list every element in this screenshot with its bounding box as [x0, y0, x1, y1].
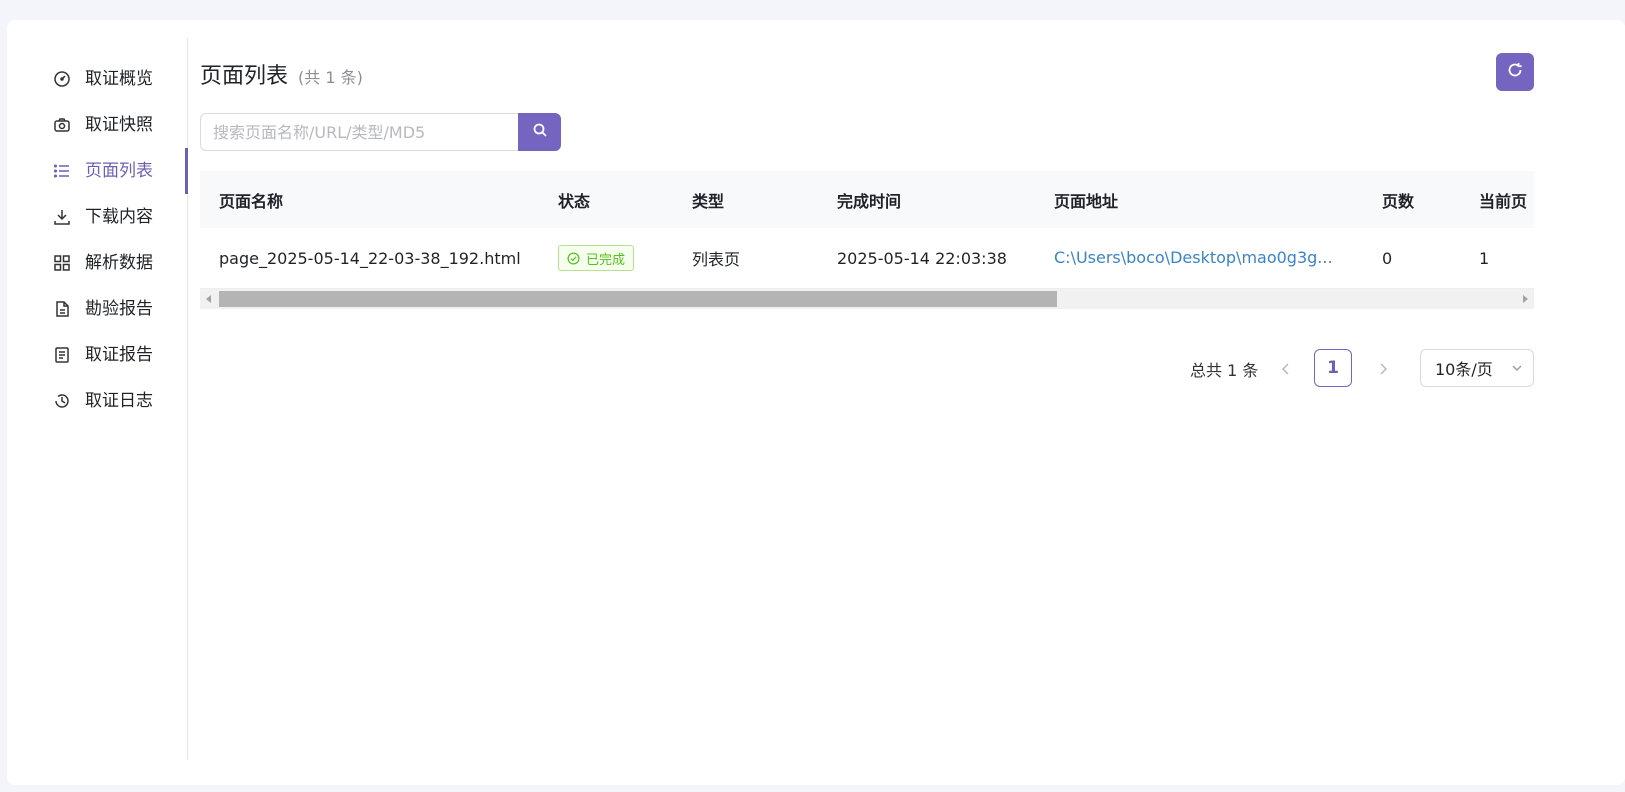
next-page-button[interactable] — [1373, 359, 1393, 379]
page-number-button[interactable]: 1 — [1314, 349, 1352, 387]
list-icon — [53, 162, 71, 180]
history-icon — [53, 392, 71, 410]
pagination: 总共 1 条 1 10条/页 — [200, 349, 1534, 389]
sidebar-item-label: 取证报告 — [85, 345, 153, 365]
scrollbar-thumb[interactable] — [219, 291, 1057, 307]
horizontal-scrollbar[interactable] — [200, 289, 1534, 309]
page-address-link[interactable]: C:\Users\boco\Desktop\mao0g3g... — [1054, 228, 1333, 288]
sidebar-item-downloads[interactable]: 下载内容 — [7, 194, 187, 240]
title-row: 页面列表 (共 1 条) — [200, 58, 363, 90]
check-circle-icon — [567, 252, 580, 264]
sidebar-item-page-list[interactable]: 页面列表 — [7, 148, 188, 194]
document-icon — [53, 300, 71, 318]
status-badge-label: 已完成 — [586, 252, 626, 268]
chevron-left-icon — [1281, 363, 1289, 375]
page-count: (共 1 条) — [298, 68, 363, 87]
page-table: 页面名称 状态 类型 完成时间 页面地址 页数 当前页 page_2025-05… — [200, 171, 1534, 309]
column-header-current-page[interactable]: 当前页 — [1479, 171, 1527, 228]
sidebar-item-label: 取证概览 — [85, 69, 153, 89]
page-size-value: 10条/页 — [1435, 360, 1493, 379]
column-header-finish-time[interactable]: 完成时间 — [837, 171, 901, 228]
cell-status: 已完成 — [558, 228, 635, 288]
download-icon — [53, 208, 71, 226]
page-size-select[interactable]: 10条/页 — [1420, 349, 1534, 387]
sidebar-item-snapshot[interactable]: 取证快照 — [7, 102, 187, 148]
cell-pages: 0 — [1382, 248, 1393, 268]
column-header-name[interactable]: 页面名称 — [219, 171, 283, 228]
scroll-right-icon[interactable] — [1523, 295, 1528, 303]
column-header-status[interactable]: 状态 — [558, 171, 590, 228]
dashboard-icon — [53, 70, 71, 88]
sidebar-item-label: 勘验报告 — [85, 299, 153, 319]
scroll-left-icon[interactable] — [206, 295, 211, 303]
sidebar-item-label: 页面列表 — [85, 161, 153, 181]
sidebar-item-evidence-report[interactable]: 取证报告 — [7, 332, 187, 378]
camera-icon — [53, 116, 71, 134]
main-content: 页面列表 (共 1 条) 页面名称 状态 类型 完成时间 页面地址 — [200, 20, 1540, 760]
search-input[interactable] — [200, 113, 518, 151]
search-bar — [200, 113, 561, 151]
sidebar-item-overview[interactable]: 取证概览 — [7, 56, 187, 102]
refresh-button[interactable] — [1496, 53, 1534, 91]
column-header-address[interactable]: 页面地址 — [1054, 171, 1118, 228]
search-icon — [532, 122, 548, 142]
refresh-icon — [1506, 61, 1524, 83]
sidebar-item-label: 下载内容 — [85, 207, 153, 227]
prev-page-button[interactable] — [1276, 359, 1296, 379]
sidebar-item-inspection-report[interactable]: 勘验报告 — [7, 286, 187, 332]
sidebar-item-label: 取证日志 — [85, 391, 153, 411]
sidebar-item-parsed-data[interactable]: 解析数据 — [7, 240, 187, 286]
cell-current-page: 1 — [1479, 248, 1490, 268]
table-row[interactable]: page_2025-05-14_22-03-38_192.html 已完成 列表… — [200, 228, 1534, 289]
cell-page-name: page_2025-05-14_22-03-38_192.html — [219, 248, 521, 268]
cell-address: C:\Users\boco\Desktop\mao0g3g... — [1054, 228, 1333, 288]
table-header: 页面名称 状态 类型 完成时间 页面地址 页数 当前页 — [200, 171, 1534, 228]
sidebar-item-label: 取证快照 — [85, 115, 153, 135]
sidebar-nav: 取证概览 取证快照 页面列表 下载内容 解析数据 勘验报告 取证报告 取证日志 — [7, 38, 188, 760]
page-title: 页面列表 — [200, 64, 289, 89]
pagination-total: 总共 1 条 — [1190, 361, 1259, 380]
cell-finish-time: 2025-05-14 22:03:38 — [837, 248, 1007, 268]
sidebar-item-label: 解析数据 — [85, 253, 153, 273]
content-card: 取证概览 取证快照 页面列表 下载内容 解析数据 勘验报告 取证报告 取证日志 … — [7, 20, 1625, 785]
sidebar-item-evidence-log[interactable]: 取证日志 — [7, 378, 187, 424]
status-badge: 已完成 — [558, 245, 635, 271]
column-header-pages[interactable]: 页数 — [1382, 171, 1414, 228]
chevron-right-icon — [1380, 363, 1388, 375]
search-button[interactable] — [518, 113, 561, 151]
column-header-type[interactable]: 类型 — [692, 171, 724, 228]
chevron-down-icon — [1512, 365, 1522, 371]
cell-type: 列表页 — [692, 250, 741, 269]
report-icon — [53, 346, 71, 364]
grid-icon — [53, 254, 71, 272]
